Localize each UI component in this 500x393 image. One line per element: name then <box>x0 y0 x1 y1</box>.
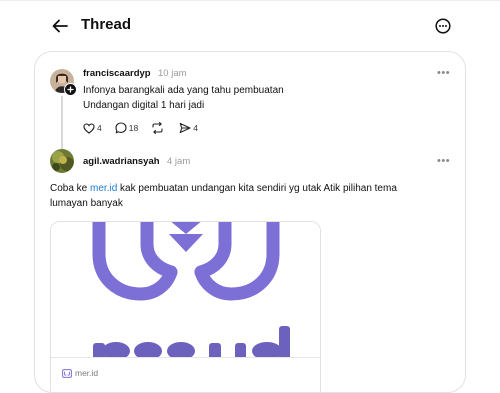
more-circle-icon <box>435 18 451 34</box>
post-text-line: Infonya barangkali ada yang tahu pembuat… <box>83 85 284 96</box>
like-count: 4 <box>97 123 102 133</box>
post-body: Infonya barangkali ada yang tahu pembuat… <box>83 83 443 113</box>
follow-plus-badge[interactable] <box>64 83 77 96</box>
post-time: 10 jam <box>158 68 187 79</box>
post-link[interactable]: mer.id <box>90 183 117 194</box>
link-preview-card[interactable]: mer.id <box>50 221 321 392</box>
reply-button[interactable]: 18 <box>115 122 138 134</box>
reply-count: 18 <box>128 123 139 133</box>
post-username[interactable]: agil.wadriansyah <box>83 156 160 167</box>
link-preview-domain[interactable]: mer.id <box>62 368 98 378</box>
link-preview-domain-text: mer.id <box>75 368 99 378</box>
post-text-segment: Coba ke <box>50 183 91 194</box>
like-button[interactable]: 4 <box>83 122 102 134</box>
post-text-line: Undangan digital 1 hari jadi <box>83 100 205 111</box>
repost-button[interactable] <box>151 122 166 134</box>
post-username[interactable]: franciscaardyp <box>83 68 151 79</box>
share-count: 4 <box>193 123 198 133</box>
thread-header: Thread <box>0 0 500 52</box>
repost-icon <box>152 122 163 134</box>
avatar-agil-wadriansyah[interactable] <box>50 149 74 173</box>
back-button[interactable] <box>48 14 72 38</box>
thread-card: franciscaardyp 10 jam ••• Infonya barang… <box>34 51 466 393</box>
send-icon <box>179 122 191 134</box>
share-button[interactable]: 4 <box>179 122 198 134</box>
merid-logo-image <box>92 222 290 357</box>
plus-icon <box>67 86 74 93</box>
thread-connector-line <box>61 96 63 152</box>
post-time: 4 jam <box>167 156 191 167</box>
link-favicon-icon <box>62 368 72 378</box>
post-more-button[interactable]: ••• <box>437 67 450 79</box>
more-options-button[interactable] <box>432 15 454 37</box>
link-preview-image <box>51 222 320 357</box>
comment-icon <box>115 122 127 134</box>
arrow-left-icon <box>52 19 68 33</box>
post-actions: 4 18 4 <box>83 121 211 135</box>
page-title: Thread <box>81 16 132 33</box>
post-body: Coba ke mer.id kak pembuatan undangan ki… <box>50 181 425 211</box>
heart-icon <box>83 122 95 134</box>
post-more-button[interactable]: ••• <box>437 155 450 167</box>
preview-divider <box>51 357 320 358</box>
